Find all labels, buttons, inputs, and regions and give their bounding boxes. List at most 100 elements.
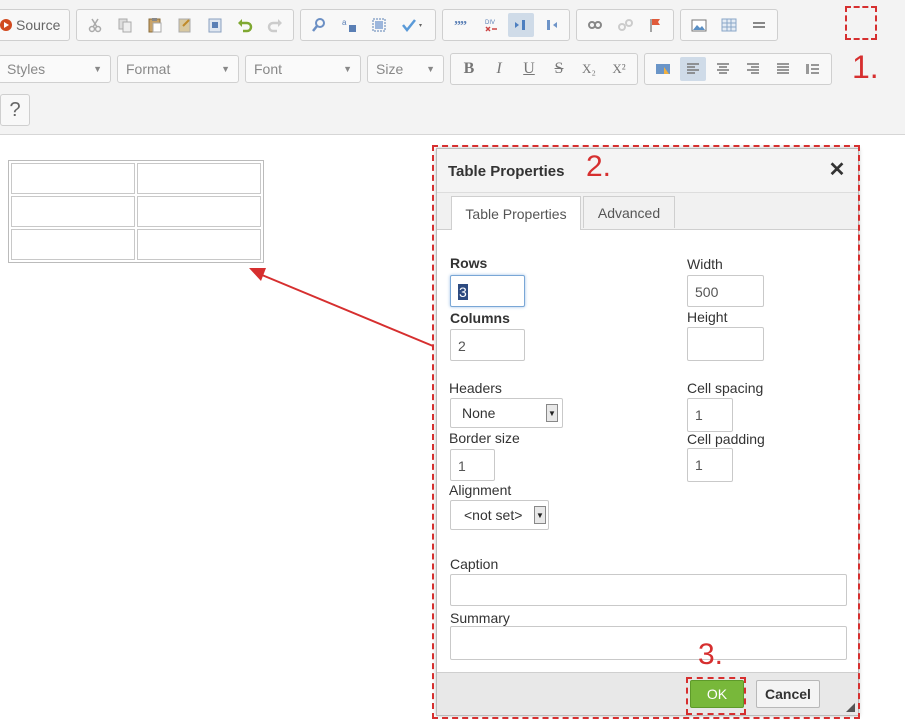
undo-icon <box>238 19 253 33</box>
justify-block-button[interactable] <box>770 57 796 81</box>
horizontal-rule-button[interactable] <box>746 13 772 37</box>
paste-text-button[interactable] <box>172 13 198 37</box>
paste-word-button[interactable] <box>202 13 228 37</box>
source-icon <box>0 19 12 31</box>
create-div-button[interactable]: DIV <box>478 13 504 37</box>
styles-combo[interactable]: Styles ▼ <box>0 55 111 83</box>
find-button[interactable] <box>306 13 332 37</box>
justify-center-button[interactable] <box>710 57 736 81</box>
table-cell[interactable] <box>11 229 135 260</box>
replace-button[interactable]: a <box>336 13 362 37</box>
select-all-icon <box>372 18 386 32</box>
step3-highlight <box>686 677 746 715</box>
link-button[interactable] <box>582 13 608 37</box>
step2-highlight <box>432 145 860 719</box>
toolbar-group-basic-styles: B I U S X₂ X² <box>450 53 638 85</box>
table-icon <box>721 18 737 32</box>
size-combo[interactable]: Size ▼ <box>367 55 444 83</box>
spellcheck-icon <box>402 19 423 33</box>
toolbar-group-editing: a <box>300 9 437 41</box>
align-right-icon <box>747 63 759 74</box>
source-label: Source <box>16 17 61 33</box>
justify-right-button[interactable] <box>740 57 766 81</box>
copy-button[interactable] <box>112 13 138 37</box>
numbered-list-icon <box>806 64 819 74</box>
rtl-button[interactable] <box>538 13 564 37</box>
remove-format-icon <box>656 64 670 74</box>
italic-button[interactable]: I <box>486 60 512 78</box>
table-row <box>11 229 261 260</box>
align-justify-icon <box>777 63 789 74</box>
format-combo[interactable]: Format ▼ <box>117 55 239 83</box>
superscript-button[interactable]: X² <box>606 61 632 77</box>
toolbar-row-1: Source a ”” DIV <box>0 8 784 42</box>
toolbar-group-links <box>576 9 675 41</box>
numbered-list-button[interactable] <box>800 57 826 81</box>
table-cell[interactable] <box>11 196 135 227</box>
redo-icon <box>268 19 283 33</box>
cut-button[interactable] <box>82 13 108 37</box>
create-div-icon: DIV <box>485 20 498 32</box>
blockquote-button[interactable]: ”” <box>448 13 474 37</box>
anchor-flag-icon <box>650 19 661 32</box>
table-cell[interactable] <box>137 163 261 194</box>
chevron-down-icon: ▼ <box>343 64 352 74</box>
table-cell[interactable] <box>137 229 261 260</box>
redo-button[interactable] <box>262 13 288 37</box>
table-button[interactable] <box>716 13 742 37</box>
underline-button[interactable]: U <box>516 60 542 78</box>
chevron-down-icon: ▼ <box>93 64 102 74</box>
help-button[interactable]: ? <box>0 94 30 126</box>
toolbar-group-document: Source <box>0 9 71 41</box>
subscript-button[interactable]: X₂ <box>576 61 602 77</box>
chevron-down-icon: ▼ <box>426 64 435 74</box>
paste-text-icon <box>178 18 191 33</box>
align-left-icon <box>687 63 699 74</box>
table-row <box>11 163 261 194</box>
size-combo-label: Size <box>376 61 404 77</box>
svg-text:a: a <box>342 18 347 27</box>
link-icon <box>588 21 603 29</box>
strike-button[interactable]: S <box>546 60 572 78</box>
align-center-icon <box>717 63 729 74</box>
toolbar-group-insert <box>680 9 779 41</box>
ltr-icon <box>515 20 526 30</box>
toolbar-group-blocks: ”” DIV <box>442 9 571 41</box>
toolbar-group-clipboard <box>76 9 295 41</box>
paste-word-icon <box>208 18 222 33</box>
bold-button[interactable]: B <box>456 60 482 78</box>
styles-combo-label: Styles <box>7 61 46 77</box>
toolbar-group-paragraph <box>644 53 832 85</box>
table-row <box>11 196 261 227</box>
image-button[interactable] <box>686 13 712 37</box>
justify-left-button[interactable] <box>680 57 706 81</box>
paste-icon <box>148 18 162 33</box>
source-button[interactable]: Source <box>0 13 66 37</box>
font-combo[interactable]: Font ▼ <box>245 55 361 83</box>
rtl-icon <box>547 20 558 30</box>
font-combo-label: Font <box>254 61 283 77</box>
unlink-button[interactable] <box>612 13 638 37</box>
find-icon <box>312 18 326 32</box>
table-cell[interactable] <box>11 163 135 194</box>
table-cell[interactable] <box>137 196 261 227</box>
align-left-block-button[interactable] <box>508 13 535 37</box>
copy-icon <box>118 18 132 33</box>
horizontal-rule-icon <box>753 22 766 28</box>
unlink-icon <box>618 19 634 31</box>
undo-button[interactable] <box>232 13 258 37</box>
remove-format-button[interactable] <box>650 57 676 81</box>
replace-icon: a <box>342 18 357 32</box>
paste-button[interactable] <box>142 13 168 37</box>
toolbar-row-2: Styles ▼ Format ▼ Font ▼ Size ▼ B I U S … <box>0 52 838 86</box>
svg-text:”: ” <box>460 19 467 33</box>
step1-highlight <box>845 6 877 40</box>
spellcheck-button[interactable] <box>396 13 430 37</box>
editor-toolbar: Source a ”” DIV Styles ▼ Format ▼ Font ▼… <box>0 0 905 135</box>
select-all-button[interactable] <box>366 13 392 37</box>
chevron-down-icon: ▼ <box>221 64 230 74</box>
inserted-table[interactable] <box>8 160 264 263</box>
cut-icon <box>89 18 102 33</box>
anchor-button[interactable] <box>642 13 668 37</box>
image-icon <box>691 19 707 32</box>
